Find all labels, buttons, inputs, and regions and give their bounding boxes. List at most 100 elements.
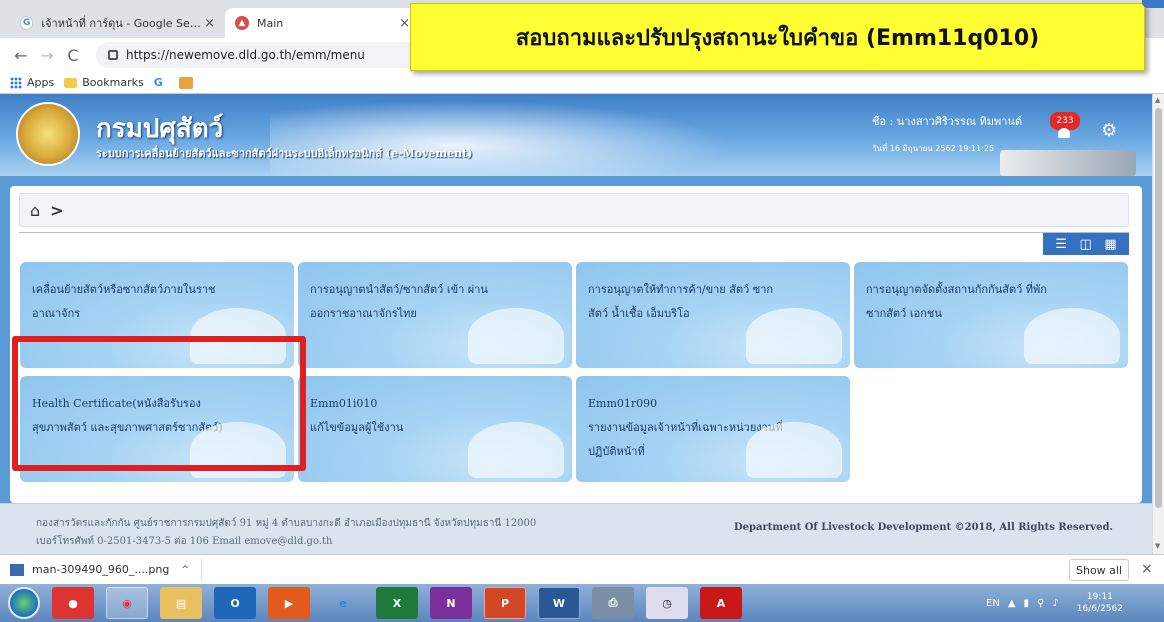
banner-text: สอบถามและปรับปรุงสถานะใบคำขอ (Emm11q010)	[515, 25, 1040, 51]
gear-icon[interactable]: ⚙	[1101, 120, 1117, 141]
cattle-farm-icon	[1024, 308, 1120, 364]
breadcrumb-arrow: >	[50, 200, 64, 220]
dld-favicon: ▲	[235, 16, 249, 30]
internet-explorer-icon[interactable]: e	[322, 587, 364, 619]
title-banner: สอบถามและปรับปรุงสถานะใบคำขอ (Emm11q010)	[410, 3, 1145, 71]
media-icon[interactable]: ▶	[268, 587, 310, 619]
clock-date: 16/6/2562	[1076, 604, 1123, 614]
screen: { "browser": { "tabs": [ {"label": "เจ้า…	[0, 0, 1164, 622]
download-item[interactable]: man-309490_960_....png ^	[10, 558, 202, 581]
scroll-down-icon[interactable]: ▼	[1155, 542, 1160, 550]
windows-taskbar: ● ◉ ▤ O ▶ e X N P W ⎙ ◷ A EN ▲ ▮ ⚲ ♪ 19:…	[0, 584, 1164, 622]
onenote-icon[interactable]: N	[430, 587, 472, 619]
bookmark-label: Apps	[27, 76, 55, 89]
footer-copyright: Department Of Livestock Development ©201…	[734, 522, 1113, 533]
bell-icon[interactable]	[1058, 128, 1070, 138]
bookmark-image[interactable]	[178, 76, 193, 89]
footer-contact: เบอร์โทรศัพท์ 0-2501-3473-5 ต่อ 106 Emai…	[36, 536, 333, 547]
bookmarks-bar: Apps Bookmarks G	[0, 72, 1164, 94]
signal-icon[interactable]: ▮	[1024, 598, 1030, 609]
folder-icon	[64, 77, 78, 88]
chrome-icon[interactable]: ◉	[106, 587, 148, 619]
close-icon[interactable]: ×	[399, 16, 410, 31]
tile-health-certificate[interactable]: Health Certificate(หนังสือรับรอง สุขภาพสั…	[20, 376, 294, 482]
close-icon[interactable]: ×	[1141, 561, 1153, 577]
checklist-icon	[190, 422, 286, 478]
header-cloud-decoration	[270, 100, 730, 176]
home-icon[interactable]: ⌂	[30, 201, 40, 220]
network-icon[interactable]: ⚲	[1037, 598, 1044, 609]
lock-icon	[108, 50, 118, 60]
language-indicator[interactable]: EN	[986, 598, 1000, 609]
corner-decoration	[1142, 0, 1164, 8]
tab-google-search[interactable]: G เจ้าหน้าที่ การ์ดุน - Google Search ×	[10, 8, 225, 38]
clock-time: 19:11	[1086, 592, 1113, 602]
tray-arrow-icon[interactable]: ▲	[1008, 598, 1016, 609]
trucks-illustration	[1000, 150, 1136, 176]
show-all-button[interactable]: Show all	[1069, 559, 1129, 581]
logo-subtitle: ระบบการเคลื่อนย้ายสัตว์และซากสัตว์ผ่านระ…	[96, 147, 473, 160]
tab-title: เจ้าหน้าที่ การ์ดุน - Google Search	[41, 17, 205, 30]
map-plane-ship-icon	[468, 308, 564, 364]
grid-view-icon[interactable]: ▦	[1104, 237, 1116, 252]
tile-trade-permit[interactable]: การอนุญาตให้ทำการค้า/ขาย สัตว์ ซาก สัตว์ …	[576, 262, 850, 368]
file-explorer-icon[interactable]: ▤	[160, 587, 202, 619]
download-shelf: man-309490_960_....png ^ Show all ×	[0, 554, 1164, 584]
clock[interactable]: 19:11 16/6/2562	[1077, 591, 1123, 615]
excel-icon[interactable]: X	[376, 587, 418, 619]
truck-icon	[190, 308, 286, 364]
divider	[19, 232, 1129, 233]
google-icon: G	[20, 16, 34, 30]
tile-import-export[interactable]: การอนุญาตนำสัตว์/ซากสัตว์ เข้า ผ่าน ออกรา…	[298, 262, 572, 368]
acrobat-icon[interactable]: A	[700, 587, 742, 619]
scroll-thumb[interactable]	[1155, 108, 1162, 508]
menu-panel: ⌂ > ☰ ◫ ▦ เคลื่อนย้ายสัตว์หรือซากสัตว์ภา…	[10, 186, 1142, 503]
bookmark-google[interactable]: G	[154, 76, 169, 89]
clock-app-icon[interactable]: ◷	[646, 587, 688, 619]
printer-icon[interactable]: ⎙	[592, 587, 634, 619]
chevron-up-icon[interactable]: ^	[181, 565, 189, 575]
usb-folder-icon	[468, 422, 564, 478]
footer-address: กองสารวัตรและกักกัน ศูนย์ราชการกรมปศุสัต…	[36, 518, 537, 529]
tile-quarantine-station[interactable]: การอนุญาตจัดตั้งสถานกักกันสัตว์ ที่พัก ซา…	[854, 262, 1128, 368]
outlook-icon[interactable]: O	[214, 587, 256, 619]
powerpoint-icon[interactable]: P	[484, 587, 526, 619]
split-view-icon[interactable]: ◫	[1080, 237, 1092, 252]
list-view-icon[interactable]: ☰	[1055, 237, 1067, 252]
user-date: วันที่ 16 มิถุนายน 2562 19:11:25	[872, 144, 995, 153]
logo-title: กรมปศุสัตว์	[96, 114, 224, 144]
scroll-up-icon[interactable]: ▲	[1155, 96, 1160, 104]
bookmark-label: Bookmarks	[82, 76, 144, 89]
tile-emm01r090[interactable]: Emm01r090 รายงานข้อมูลเจ้าหน้าที่เฉพาะหน่…	[576, 376, 850, 482]
system-tray: EN ▲ ▮ ⚲ ♪ 19:11 16/6/2562	[986, 584, 1123, 622]
money-bag-icon	[746, 308, 842, 364]
google-icon: G	[153, 76, 163, 89]
breadcrumb: ⌂ >	[19, 193, 1129, 227]
image-bookmark-icon	[178, 76, 193, 89]
forward-icon[interactable]: →	[36, 46, 58, 65]
tab-title: Main	[257, 16, 284, 30]
volume-icon[interactable]: ♪	[1052, 598, 1058, 609]
user-name: ชื่อ : นางสาวศิริวรรณ ทิมพานต์	[872, 115, 1023, 128]
word-icon[interactable]: W	[538, 587, 580, 619]
bookmark-apps[interactable]: Apps	[10, 76, 54, 89]
view-toggle-group: ☰ ◫ ▦	[1043, 233, 1129, 255]
tile-emm01i010[interactable]: Emm01i010 แก้ไขข้อมูลผู้ใช้งาน	[298, 376, 572, 482]
reload-icon[interactable]: C	[62, 46, 84, 65]
report-clipboard-icon	[746, 422, 842, 478]
start-button[interactable]	[8, 587, 40, 619]
tab-main[interactable]: ▲ Main ×	[225, 8, 420, 38]
web-page: กรมปศุสัตว์ ระบบการเคลื่อนย้ายสัตว์และซา…	[0, 94, 1152, 554]
back-icon[interactable]: ←	[10, 46, 32, 65]
image-file-icon	[10, 563, 24, 576]
site-footer: กองสารวัตรและกักกัน ศูนย์ราชการกรมปศุสัต…	[0, 503, 1152, 554]
dld-seal-logo	[16, 102, 80, 166]
download-filename: man-309490_960_....png	[32, 563, 170, 576]
page-scrollbar[interactable]: ▲ ▼	[1152, 94, 1164, 554]
close-icon[interactable]: ×	[204, 16, 215, 31]
address-bar[interactable]: https://newemove.dld.go.th/emm/menu	[96, 42, 456, 68]
url-text: https://newemove.dld.go.th/emm/menu	[126, 48, 365, 62]
chrome-red-icon[interactable]: ●	[52, 587, 94, 619]
tile-domestic-movement[interactable]: เคลื่อนย้ายสัตว์หรือซากสัตว์ภายในราช อาณา…	[20, 262, 294, 368]
bookmark-folder[interactable]: Bookmarks	[64, 76, 144, 89]
